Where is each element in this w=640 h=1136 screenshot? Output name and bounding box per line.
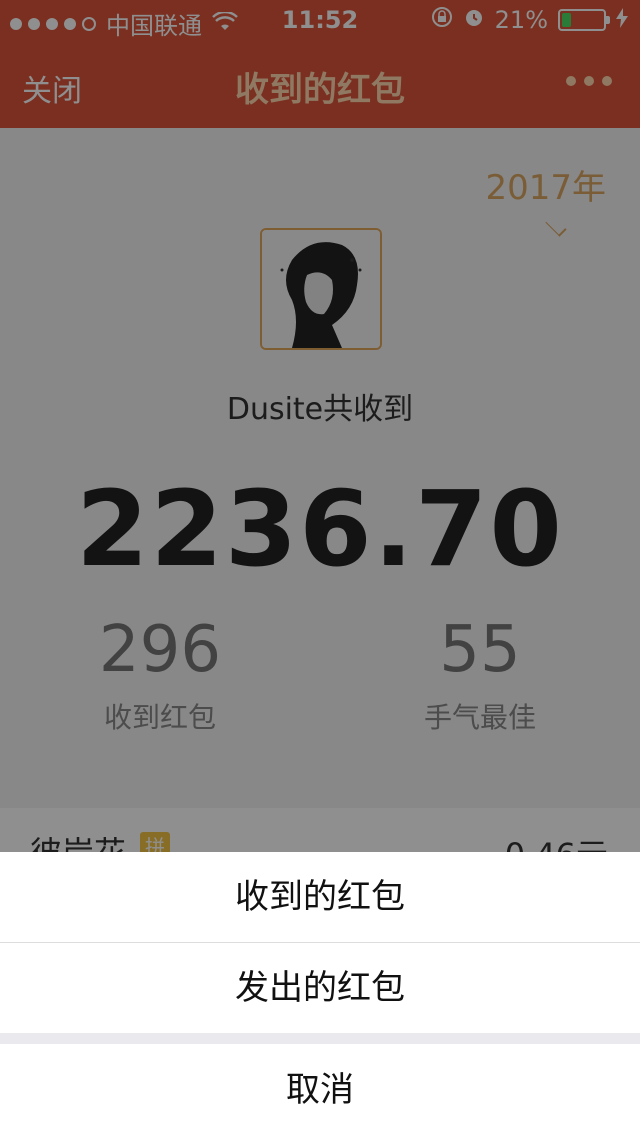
action-sheet: 收到的红包 发出的红包 取消 (0, 852, 640, 1136)
sent-red-packets-option[interactable]: 发出的红包 (0, 943, 640, 1033)
received-red-packets-option[interactable]: 收到的红包 (0, 852, 640, 943)
cancel-button[interactable]: 取消 (0, 1044, 640, 1136)
